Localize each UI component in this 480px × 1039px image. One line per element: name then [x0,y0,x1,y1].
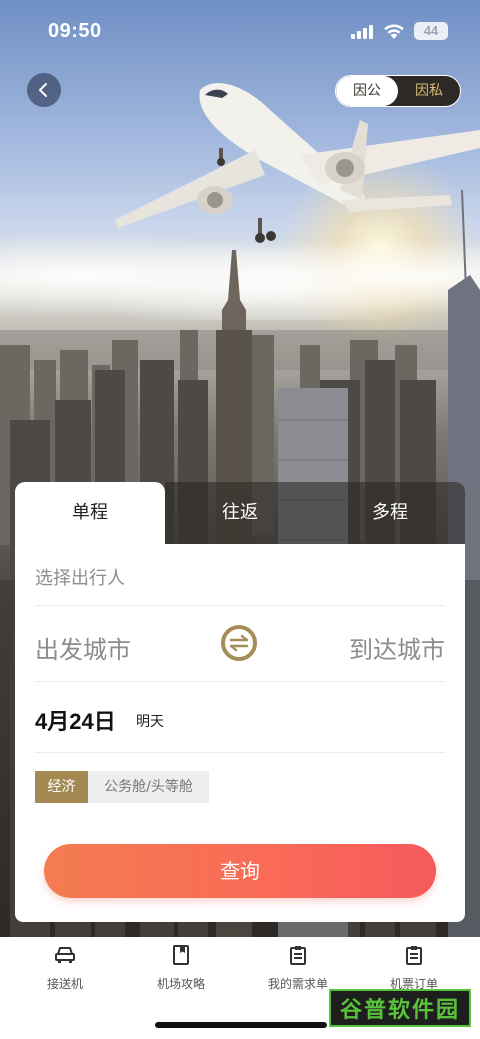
trip-type-tabs: 单程 往返 多程 [15,482,465,546]
order-icon [406,946,422,965]
tab-multi-city[interactable]: 多程 [315,482,465,544]
departure-date[interactable]: 4月24日 [35,704,116,736]
watermark-logo: 谷普软件园 [329,989,471,1027]
nav-item-my-requests[interactable]: 我的需求单 [243,943,353,992]
home-indicator [155,1022,327,1028]
toggle-personal[interactable]: 因私 [398,76,460,106]
book-icon [173,945,189,965]
toggle-business[interactable]: 因公 [336,76,398,106]
car-icon [55,947,75,963]
wifi-icon [383,22,405,44]
swap-cities-button[interactable] [221,625,257,661]
tab-one-way[interactable]: 单程 [15,482,165,546]
chevron-left-icon [39,83,47,97]
nav-item-airport-guide[interactable]: 机场攻略 [126,943,236,992]
divider [35,752,445,753]
battery-icon: 44 [414,22,448,40]
arrival-city-field[interactable]: 到达城市 [349,630,445,665]
watermark-text: 谷普软件园 [339,998,460,1023]
nav-label: 接送机 [46,977,83,991]
divider [35,681,445,682]
cabin-class-selector: 经济 公务舱/头等舱 [35,771,209,803]
divider [35,605,445,606]
traveler-selector[interactable]: 选择出行人 [35,564,445,590]
date-relative-label: 明天 [136,714,164,730]
trip-purpose-toggle[interactable]: 因公 因私 [335,75,461,107]
nav-label: 机场攻略 [156,977,205,991]
cabin-economy-option[interactable]: 经济 [35,771,88,803]
cellular-signal-icon [351,25,377,39]
status-time: 09:50 [48,20,102,42]
status-bar: 09:50 44 [0,0,480,60]
nav-item-flight-orders[interactable]: 机票订单 [359,943,469,992]
flight-search-card: 选择出行人 出发城市 到达城市 4月24日 明天 经济 公务舱/头等舱 查询 [15,544,465,922]
nav-item-airport-transfer[interactable]: 接送机 [10,943,120,992]
clipboard-icon [290,946,306,965]
back-button[interactable] [27,73,61,107]
departure-city-field[interactable]: 出发城市 [35,630,131,665]
swap-icon [229,634,249,652]
tab-round-trip[interactable]: 往返 [165,482,315,544]
cabin-business-first-option[interactable]: 公务舱/头等舱 [88,771,209,803]
search-button[interactable]: 查询 [44,844,436,898]
